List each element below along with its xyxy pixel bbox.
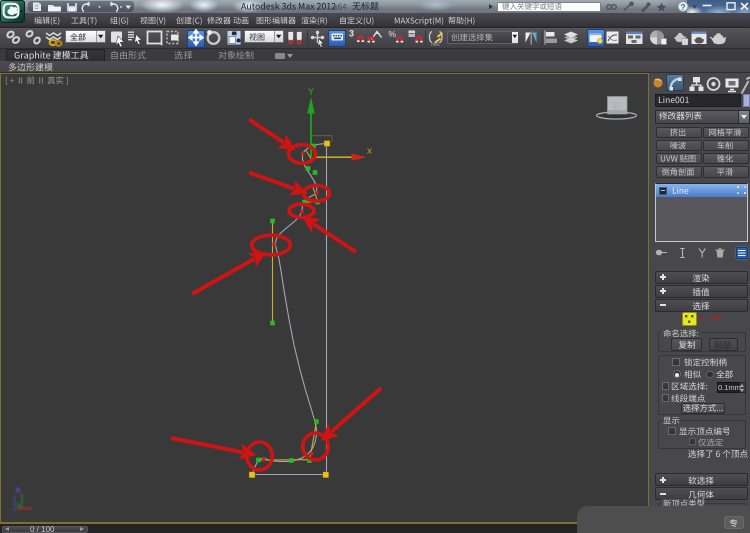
svg-text:?: ? <box>680 2 685 12</box>
svg-text:ABC: ABC <box>431 42 441 47</box>
svg-text:%: % <box>389 29 397 39</box>
svg-text:3: 3 <box>349 29 354 39</box>
